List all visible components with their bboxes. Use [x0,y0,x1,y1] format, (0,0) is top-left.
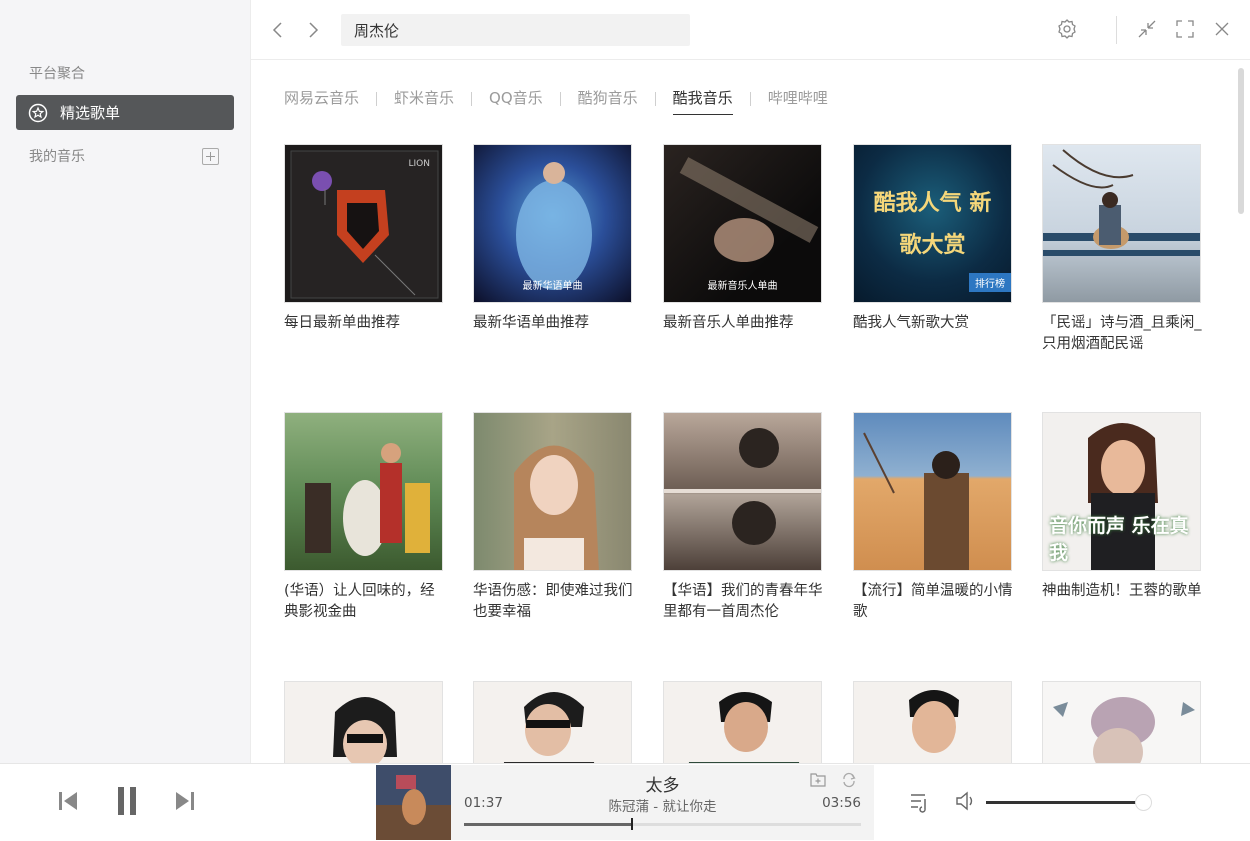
sidebar: 平台聚合 精选歌单 我的音乐 [0,0,251,763]
playlist-cover: LION [284,144,443,303]
playlist-card[interactable]: 【华语】我们的青春年华里都有一首周杰伦 [663,412,823,623]
sidebar-item-label: 精选歌单 [60,104,121,122]
progress-handle[interactable] [630,818,633,830]
cover-badge: 排行榜 [969,273,1011,292]
star-icon [28,103,48,122]
playlist-card[interactable]: (华语）让人回味的，经典影视金曲 [284,412,444,623]
tab-qq-music[interactable]: QQ音乐 [489,87,543,112]
scrollbar[interactable] [1238,68,1244,214]
playlist-cover [663,681,822,763]
playlist-card[interactable] [284,681,444,763]
tab-divider [559,92,561,106]
playlist-title: 神曲制造机！王蓉的歌单 [1042,583,1202,599]
app-window: 平台聚合 精选歌单 我的音乐 周杰伦 网易云音乐 虾米音乐 QQ音乐 酷狗音乐 … [0,0,1250,841]
pause-icon[interactable] [115,785,139,817]
forward-arrow-icon[interactable] [303,20,323,40]
playlist-card[interactable]: 华语伤感：即使难过我们也要幸福 [473,412,633,623]
playlist-card[interactable] [663,681,823,763]
playlist-card[interactable]: 最新华语单曲 最新华语单曲推荐 [473,144,633,334]
playlist-card[interactable]: 最新音乐人单曲 最新音乐人单曲推荐 [663,144,823,334]
tab-netease[interactable]: 网易云音乐 [284,87,359,112]
playlist-title: (华语）让人回味的，经典影视金曲 [284,583,435,620]
playlist-cover [473,412,632,571]
divider [1116,16,1117,44]
playlist-card[interactable] [853,681,1013,763]
playlist-title: 最新音乐人单曲推荐 [663,315,794,331]
my-music-label: 我的音乐 [29,149,85,165]
tab-divider [749,92,751,106]
playlist-card[interactable]: 「民谣」诗与酒_且乘闲_只用烟酒配民谣 [1042,144,1202,355]
repeat-icon[interactable] [840,771,858,789]
playlist-cover [1042,144,1201,303]
playlist-title: 最新华语单曲推荐 [473,315,589,331]
previous-icon[interactable] [56,789,80,813]
tab-divider [654,92,656,106]
my-music-row: 我的音乐 [29,145,219,167]
playlist-queue-icon[interactable] [908,791,932,813]
playlist-grid: LION 每日最新单曲推荐 最新华语单曲 最新华语单曲推荐 最新音乐人单曲 最新… [284,144,1214,763]
platform-tabs: 网易云音乐 虾米音乐 QQ音乐 酷狗音乐 酷我音乐 哔哩哔哩 [284,85,828,115]
progress-bar[interactable] [464,818,861,830]
fullscreen-icon[interactable] [1174,18,1196,40]
add-playlist-icon[interactable] [202,147,219,165]
cover-caption: 最新华语单曲 [522,281,583,292]
volume-handle[interactable] [1134,794,1152,811]
tab-divider [376,92,378,106]
playlist-cover [284,412,443,571]
cover-caption: 酷我人气 新歌大赏 [873,191,992,258]
playlist-cover [663,412,822,571]
cover-caption: 音你而声 乐在真我 [1049,515,1189,564]
artist-album: 陈冠蒲 - 就让你走 [608,799,717,815]
volume-icon[interactable] [954,790,978,812]
total-time: 03:56 [822,795,861,811]
playlist-title: 【流行】简单温暖的小情歌 [853,583,1013,620]
tab-xiami[interactable]: 虾米音乐 [394,87,454,112]
playlist-title: 华语伤感：即使难过我们也要幸福 [473,583,633,620]
minimize-icon[interactable] [1136,18,1158,40]
playlist-cover [853,412,1012,571]
close-icon[interactable] [1211,18,1233,40]
playlist-cover: 最新音乐人单曲 [663,144,822,303]
add-to-playlist-icon[interactable] [809,771,827,789]
playlist-cover [853,681,1012,763]
tab-kuwo[interactable]: 酷我音乐 [672,87,733,115]
back-arrow-icon[interactable] [268,20,288,40]
playlist-card[interactable]: 【流行】简单温暖的小情歌 [853,412,1013,623]
cover-caption: 最新音乐人单曲 [707,281,778,292]
next-icon[interactable] [173,789,197,813]
sidebar-item-featured-playlists[interactable]: 精选歌单 [16,95,234,130]
playlist-cover: 酷我人气 新歌大赏 排行榜 [853,144,1012,303]
playlist-cover: 最新华语单曲 [473,144,632,303]
playlist-title: 每日最新单曲推荐 [284,315,400,331]
top-bar [251,0,1250,60]
playlist-cover [1042,681,1201,763]
tab-bilibili[interactable]: 哔哩哔哩 [768,87,828,112]
cover-caption: LION [408,159,431,169]
now-playing: 太多 陈冠蒲 - 就让你走 01:37 03:56 [376,765,874,840]
playlist-card[interactable]: 音你而声 乐在真我 神曲制造机！王蓉的歌单 [1042,412,1202,602]
playlist-title: 酷我人气新歌大赏 [853,315,969,331]
tab-kugou[interactable]: 酷狗音乐 [578,87,638,112]
playlist-title: 【华语】我们的青春年华里都有一首周杰伦 [663,583,823,620]
elapsed-time: 01:37 [464,795,503,811]
progress-fill [464,823,631,826]
search-input[interactable] [341,14,690,46]
gear-icon[interactable] [1056,18,1078,40]
playlist-cover: 音你而声 乐在真我 [1042,412,1201,571]
playlist-card[interactable]: LION 每日最新单曲推荐 [284,144,444,334]
playlist-cover [284,681,443,763]
tab-divider [471,92,473,106]
volume-fill [986,801,1143,804]
playlist-card[interactable] [473,681,633,763]
volume-slider[interactable] [986,794,1152,811]
playlist-card[interactable] [1042,681,1202,763]
playlist-title: 「民谣」诗与酒_且乘闲_只用烟酒配民谣 [1042,315,1202,352]
sidebar-section-title: 平台聚合 [29,66,85,82]
playlist-card[interactable]: 酷我人气 新歌大赏 排行榜 酷我人气新歌大赏 [853,144,1013,334]
player-bar: 太多 陈冠蒲 - 就让你走 01:37 03:56 [0,763,1250,841]
playlist-cover [473,681,632,763]
album-art[interactable] [376,765,451,840]
